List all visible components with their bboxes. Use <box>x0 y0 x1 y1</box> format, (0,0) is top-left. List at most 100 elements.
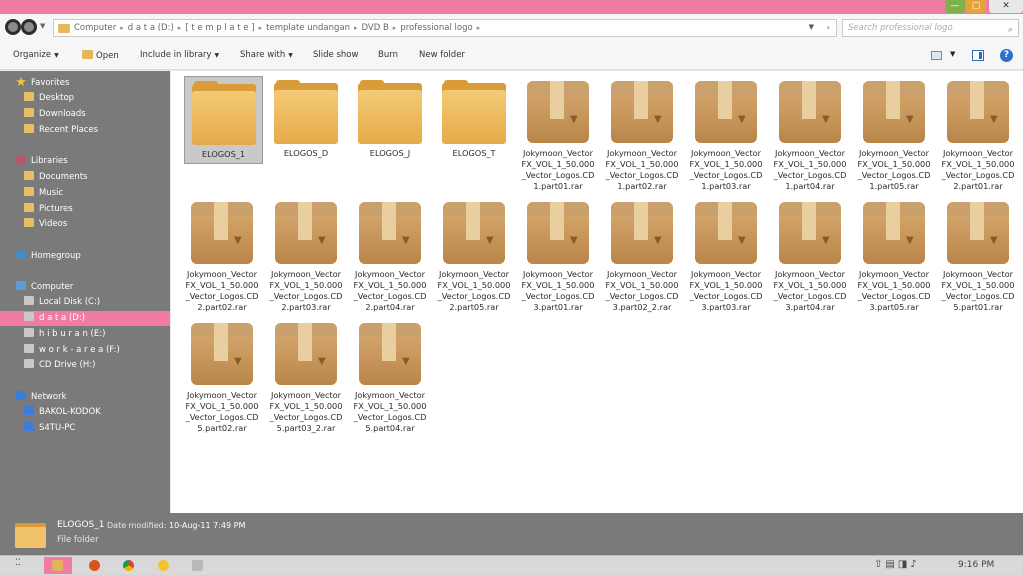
file-item[interactable]: ▼ Jokymoon_VectorFX_VOL_1_50.000_Vector_L… <box>352 197 428 317</box>
folder-item[interactable]: ELOGOS_T <box>436 76 512 196</box>
sidebar-item-recent-places[interactable]: Recent Places <box>0 123 170 138</box>
sidebar-item-libraries[interactable]: Libraries <box>0 154 170 169</box>
breadcrumb-professional-logo[interactable]: professional logo <box>400 23 472 33</box>
folder-item[interactable]: ELOGOS_J <box>352 76 428 196</box>
taskbar-messenger[interactable] <box>150 557 178 574</box>
help-icon[interactable]: ? <box>1000 49 1013 62</box>
file-item[interactable]: ▼ Jokymoon_VectorFX_VOL_1_50.000_Vector_L… <box>268 318 344 438</box>
file-item[interactable]: ▼ Jokymoon_VectorFX_VOL_1_50.000_Vector_L… <box>520 76 596 196</box>
burn-button[interactable]: Burn <box>378 50 398 60</box>
file-name-label: Jokymoon_VectorFX_VOL_1_50.000_Vector_Lo… <box>521 148 595 191</box>
sidebar-item-label: Documents <box>39 172 88 182</box>
sidebar-item-network[interactable]: Network <box>0 390 170 405</box>
file-item[interactable]: ▼ Jokymoon_VectorFX_VOL_1_50.000_Vector_L… <box>688 197 764 317</box>
start-button[interactable]: ⁚⁚ <box>5 557 33 574</box>
new-folder-button[interactable]: New folder <box>419 50 465 60</box>
breadcrumb-computer[interactable]: Computer <box>74 23 116 33</box>
taskbar-firefox[interactable] <box>81 557 109 574</box>
file-item[interactable]: ▼ Jokymoon_VectorFX_VOL_1_50.000_Vector_L… <box>856 197 932 317</box>
sidebar-item-computer[interactable]: Computer <box>0 280 170 295</box>
chrome-icon <box>123 560 134 571</box>
maximize-button[interactable]: ▢ <box>966 0 986 13</box>
sidebar-item-pictures[interactable]: Pictures <box>0 202 170 217</box>
desktop-icon <box>24 92 34 101</box>
breadcrumb-data-drive[interactable]: d a t a (D:) <box>128 23 174 33</box>
sidebar-item-label: Videos <box>39 219 68 229</box>
sidebar-item-favorites[interactable]: Favorites <box>0 76 170 91</box>
minimize-button[interactable]: — <box>945 0 965 13</box>
file-item[interactable]: ▼ Jokymoon_VectorFX_VOL_1_50.000_Vector_L… <box>604 197 680 317</box>
file-item[interactable]: ▼ Jokymoon_VectorFX_VOL_1_50.000_Vector_L… <box>268 197 344 317</box>
include-in-library-button[interactable]: Include in library ▼ <box>140 50 219 60</box>
sidebar-item-homegroup[interactable]: Homegroup <box>0 249 170 264</box>
file-item[interactable]: ▼ Jokymoon_VectorFX_VOL_1_50.000_Vector_L… <box>772 76 848 196</box>
file-item[interactable]: ▼ Jokymoon_VectorFX_VOL_1_50.000_Vector_L… <box>688 76 764 196</box>
taskbar-app[interactable] <box>184 557 212 574</box>
drive-icon <box>24 328 34 337</box>
file-item[interactable]: ▼ Jokymoon_VectorFX_VOL_1_50.000_Vector_L… <box>856 76 932 196</box>
explorer-icon <box>52 560 63 571</box>
preview-pane-icon[interactable] <box>972 50 984 61</box>
forward-button[interactable] <box>21 19 37 35</box>
folder-icon <box>358 80 422 144</box>
file-item[interactable]: ▼ Jokymoon_VectorFX_VOL_1_50.000_Vector_L… <box>352 318 428 438</box>
sidebar-item-documents[interactable]: Documents <box>0 170 170 185</box>
breadcrumb-separator-icon[interactable]: ▸ <box>178 24 182 32</box>
file-list: ELOGOS_1 ELOGOS_D ELOGOS_J ELOGOS_T ▼ Jokymoo… <box>171 71 1023 513</box>
open-button[interactable]: Open <box>82 50 119 61</box>
back-button[interactable] <box>5 19 21 35</box>
archive-box-icon: ▼ <box>862 80 926 144</box>
taskbar-explorer[interactable] <box>44 557 72 574</box>
sidebar-item-label: Recent Places <box>39 125 99 135</box>
breadcrumb-separator-icon[interactable]: ▸ <box>259 24 263 32</box>
refresh-icon[interactable]: › <box>827 23 830 32</box>
breadcrumb-dvd-b[interactable]: DVD B <box>362 23 389 33</box>
file-item[interactable]: ▼ Jokymoon_VectorFX_VOL_1_50.000_Vector_L… <box>604 76 680 196</box>
close-button[interactable]: ✕ <box>989 0 1023 13</box>
more-views-dropdown-icon[interactable]: ▼ <box>950 50 955 58</box>
sidebar-item-work-area-drive[interactable]: w o r k - a r e a (F:) <box>0 343 170 358</box>
folder-item[interactable]: ELOGOS_1 <box>184 76 263 164</box>
file-item[interactable]: ▼ Jokymoon_VectorFX_VOL_1_50.000_Vector_L… <box>184 197 260 317</box>
system-tray-icons[interactable]: ⇧▤◨♪ <box>874 559 920 570</box>
breadcrumb-template[interactable]: [ t e m p l a t e ] <box>185 23 254 33</box>
breadcrumb-separator-icon[interactable]: ▸ <box>120 24 124 32</box>
firefox-icon <box>89 560 100 571</box>
folder-icon <box>191 81 256 145</box>
slide-show-button[interactable]: Slide show <box>313 50 358 60</box>
address-dropdown-icon[interactable]: ▼ <box>809 23 814 31</box>
address-bar[interactable]: Computer ▸ d a t a (D:) ▸ [ t e m p l a t … <box>53 19 837 37</box>
organize-button[interactable]: Organize ▼ <box>13 50 59 60</box>
sidebar-item-label: h i b u r a n (E:) <box>39 329 106 339</box>
folder-item[interactable]: ELOGOS_D <box>268 76 344 196</box>
breadcrumb-separator-icon[interactable]: ▸ <box>477 24 481 32</box>
file-item[interactable]: ▼ Jokymoon_VectorFX_VOL_1_50.000_Vector_L… <box>436 197 512 317</box>
file-name-label: Jokymoon_VectorFX_VOL_1_50.000_Vector_Lo… <box>353 390 427 433</box>
clock[interactable]: 9:16 PM <box>958 560 994 570</box>
sidebar-item-hiburan-drive[interactable]: h i b u r a n (E:) <box>0 327 170 342</box>
breadcrumb-separator-icon[interactable]: ▸ <box>393 24 397 32</box>
sidebar-item-s4tu-pc[interactable]: S4TU-PC <box>0 421 170 436</box>
sidebar-item-bakol-kodok[interactable]: BAKOL-KODOK <box>0 405 170 420</box>
file-item[interactable]: ▼ Jokymoon_VectorFX_VOL_1_50.000_Vector_L… <box>772 197 848 317</box>
breadcrumb-separator-icon[interactable]: ▸ <box>354 24 358 32</box>
change-view-icon[interactable] <box>931 51 942 60</box>
search-input[interactable]: Search professional logo ⌕ <box>842 19 1019 37</box>
file-item[interactable]: ▼ Jokymoon_VectorFX_VOL_1_50.000_Vector_L… <box>940 76 1016 196</box>
breadcrumb-template-undangan[interactable]: template undangan <box>266 23 350 33</box>
share-with-button[interactable]: Share with ▼ <box>240 50 293 60</box>
recent-pages-dropdown[interactable]: ▼ <box>40 22 45 30</box>
sidebar-item-local-disk[interactable]: Local Disk (C:) <box>0 295 170 310</box>
taskbar-chrome[interactable] <box>115 557 143 574</box>
file-item[interactable]: ▼ Jokymoon_VectorFX_VOL_1_50.000_Vector_L… <box>940 197 1016 317</box>
file-item[interactable]: ▼ Jokymoon_VectorFX_VOL_1_50.000_Vector_L… <box>184 318 260 438</box>
sidebar-item-videos[interactable]: Videos <box>0 217 170 232</box>
sidebar-item-desktop[interactable]: Desktop <box>0 91 170 106</box>
sidebar-item-cd-drive[interactable]: CD Drive (H:) <box>0 358 170 373</box>
search-icon[interactable]: ⌕ <box>1008 22 1013 38</box>
sidebar-item-downloads[interactable]: Downloads <box>0 107 170 122</box>
sidebar-item-data-drive[interactable]: d a t a (D:) <box>0 311 170 326</box>
file-item[interactable]: ▼ Jokymoon_VectorFX_VOL_1_50.000_Vector_L… <box>520 197 596 317</box>
sidebar-item-music[interactable]: Music <box>0 186 170 201</box>
navigation-bar: ▼ Computer ▸ d a t a (D:) ▸ [ t e m p l a … <box>0 14 1023 42</box>
